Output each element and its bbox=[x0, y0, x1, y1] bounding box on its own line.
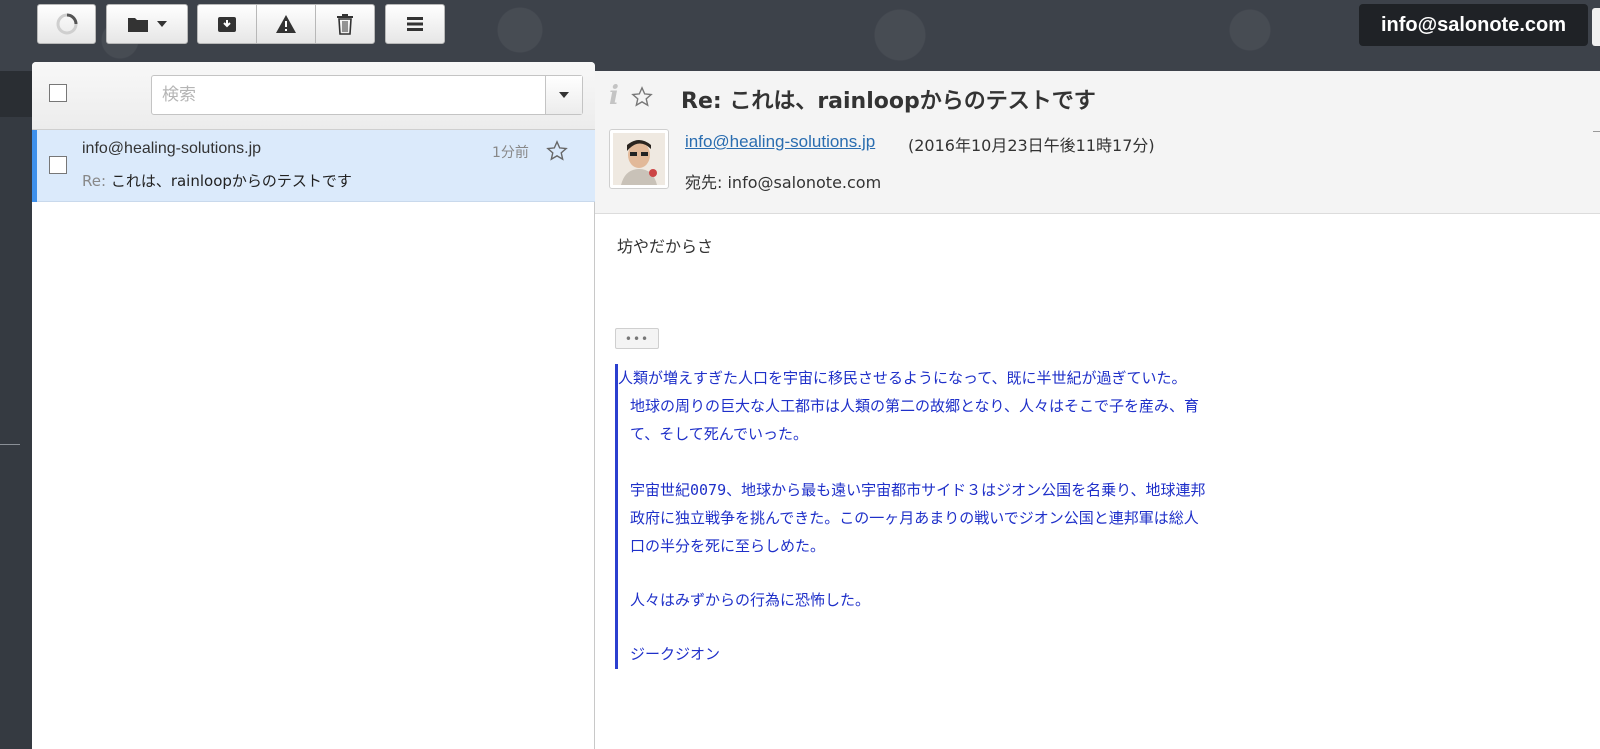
search-options-button[interactable] bbox=[545, 76, 582, 114]
message-view-panel: i Re: これは、rainloopからのテストです info@healing- bbox=[595, 71, 1600, 749]
menu-icon bbox=[407, 17, 423, 31]
flag-star-button[interactable] bbox=[546, 140, 568, 166]
sidebar-band bbox=[0, 71, 32, 117]
caret-down-icon bbox=[559, 92, 569, 98]
settings-button-edge[interactable] bbox=[1592, 8, 1600, 46]
message-checkbox[interactable] bbox=[49, 156, 67, 174]
message-view-subject: Re: これは、rainloopからのテストです bbox=[681, 89, 1096, 114]
search-box bbox=[151, 75, 583, 115]
quote-line: 人々はみずからの行為に恐怖した。 bbox=[630, 591, 871, 609]
sidebar-divider bbox=[0, 444, 20, 445]
flag-star-button[interactable] bbox=[631, 86, 653, 112]
message-list-item[interactable]: info@healing-solutions.jp 1分前 Re: これは、ra… bbox=[32, 130, 595, 202]
message-view-header: i Re: これは、rainloopからのテストです info@healing- bbox=[595, 71, 1600, 214]
spam-button[interactable] bbox=[256, 4, 316, 44]
quote-line: 人類が増えすぎた人口を宇宙に移民させるようになって、既に半世紀が過ぎていた。 bbox=[618, 369, 1187, 387]
folder-icon bbox=[128, 18, 148, 32]
refresh-icon bbox=[56, 13, 77, 35]
selection-indicator bbox=[32, 130, 37, 202]
star-icon bbox=[546, 140, 568, 161]
avatar-photo-icon bbox=[613, 133, 665, 185]
archive-icon bbox=[218, 17, 236, 32]
reply-prefix: Re: bbox=[82, 172, 107, 190]
header-expand-control[interactable] bbox=[1593, 131, 1600, 141]
message-list-header bbox=[32, 62, 595, 130]
folder-sidebar bbox=[0, 71, 32, 749]
search-input[interactable] bbox=[152, 76, 545, 114]
message-date: (2016年10月23日午後11時17分) bbox=[908, 136, 1155, 155]
select-all-checkbox[interactable] bbox=[49, 84, 67, 102]
move-to-folder-button[interactable] bbox=[106, 4, 188, 44]
quote-line: 政府に独立戦争を挑んできた。この一ヶ月あまりの戦いでジオン公国と連邦軍は総人 bbox=[630, 509, 1199, 527]
star-icon bbox=[631, 86, 653, 107]
show-quoted-button[interactable]: ••• bbox=[615, 328, 659, 349]
quote-line: 宇宙世紀0079、地球から最も遠い宇宙都市サイド３はジオン公国を名乗り、地球連邦 bbox=[630, 481, 1206, 499]
message-body-text: 坊やだからさ bbox=[617, 237, 714, 256]
message-time: 1分前 bbox=[492, 145, 529, 161]
quote-line: て、そして死んでいった。 bbox=[630, 425, 809, 443]
quote-line: 地球の周りの巨大な人工都市は人類の第二の故郷となり、人々はそこで子を産み、育 bbox=[630, 397, 1199, 415]
spam-icon bbox=[276, 15, 296, 33]
delete-button[interactable] bbox=[315, 4, 375, 44]
more-menu-button[interactable] bbox=[385, 4, 445, 44]
refresh-button[interactable] bbox=[37, 4, 96, 44]
quoted-text-block: 人類が増えすぎた人口を宇宙に移民させるようになって、既に半世紀が過ぎていた。 地… bbox=[615, 364, 1335, 669]
quote-line: 口の半分を死に至らしめた。 bbox=[630, 537, 826, 555]
message-sender: info@healing-solutions.jp bbox=[82, 140, 262, 157]
caret-down-icon bbox=[157, 21, 167, 27]
message-list-panel: info@healing-solutions.jp 1分前 Re: これは、ra… bbox=[32, 62, 595, 749]
sender-email-link[interactable]: info@healing-solutions.jp bbox=[685, 132, 875, 152]
trash-icon bbox=[337, 14, 353, 35]
info-icon[interactable]: i bbox=[609, 81, 619, 111]
quote-line: ジークジオン bbox=[630, 645, 721, 663]
message-subject: Re: これは、rainloopからのテストです bbox=[82, 170, 352, 191]
recipient-line: 宛先: info@salonote.com bbox=[685, 173, 882, 192]
account-switcher[interactable]: info@salonote.com bbox=[1359, 4, 1588, 46]
archive-button[interactable] bbox=[197, 4, 257, 44]
sender-avatar bbox=[609, 129, 669, 189]
message-subject-text: これは、rainloopからのテストです bbox=[110, 172, 352, 190]
